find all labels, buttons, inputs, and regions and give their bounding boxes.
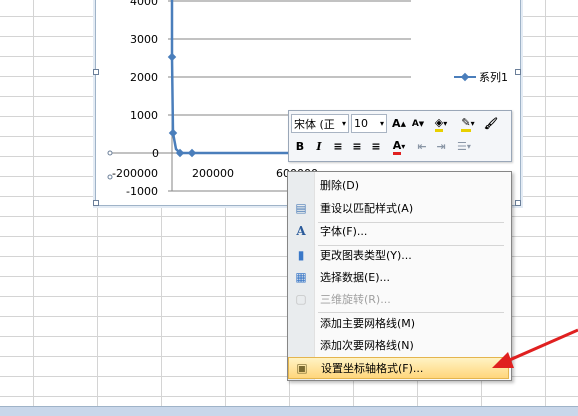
format-painter-button[interactable]: 🖌 xyxy=(482,114,500,133)
menu-item-select-data[interactable]: ▦ 选择数据(E)... xyxy=(288,266,509,288)
shrink-font-button[interactable]: A ▼ xyxy=(409,114,427,133)
bold-icon: B xyxy=(295,140,305,153)
resize-handle[interactable] xyxy=(93,200,99,206)
menu-item-add-major-gridlines[interactable]: 添加主要网格线(M) xyxy=(288,312,509,334)
increase-indent-button[interactable]: ⇥ xyxy=(432,137,450,156)
pencil-icon: ✎ xyxy=(461,116,471,132)
menu-item-add-minor-gridlines[interactable]: 添加次要网格线(N) xyxy=(288,334,509,356)
menu-item-label: 重设以匹配样式(A) xyxy=(320,202,414,215)
y-tick-label: 0 xyxy=(152,147,159,160)
italic-button[interactable]: I xyxy=(310,137,328,156)
menu-item-label: 设置坐标轴格式(F)... xyxy=(321,362,424,375)
legend-marker-icon xyxy=(454,71,476,83)
font-size-value: 10 xyxy=(354,117,368,130)
y-tick-label: 2000 xyxy=(130,71,158,84)
align-right-icon: ≡ xyxy=(371,140,381,153)
font-size-select[interactable]: 10 ▾ xyxy=(351,114,387,133)
chevron-down-icon: ▾ xyxy=(379,119,384,128)
chart-type-icon: ▮ xyxy=(297,248,305,262)
align-left-icon: ≡ xyxy=(333,140,343,153)
font-color-button[interactable]: A ▾ xyxy=(386,137,412,156)
format-axis-icon: ▣ xyxy=(296,361,308,375)
y-tick-label: 1000 xyxy=(130,109,158,122)
menu-item-label: 更改图表类型(Y)... xyxy=(320,249,412,262)
font-name-value: 宋体 (正 xyxy=(294,117,335,131)
resize-handle[interactable] xyxy=(515,200,521,206)
select-data-icon: ▦ xyxy=(295,270,307,284)
font-icon: A xyxy=(296,224,306,238)
y-tick-label: 3000 xyxy=(130,33,158,46)
line-color-button[interactable]: ✎ ▾ xyxy=(455,114,481,133)
grow-font-icon: A xyxy=(392,117,401,130)
fill-bucket-icon: ◈ xyxy=(434,116,444,132)
align-menu-button[interactable]: ☰ ▾ xyxy=(451,137,477,156)
x-tick-label: 200000 xyxy=(192,167,234,180)
menu-item-3d-rotation[interactable]: ▢ 三维旋转(R)... xyxy=(288,288,509,310)
chevron-down-icon: ▾ xyxy=(341,119,346,128)
menu-item-label: 添加次要网格线(N) xyxy=(320,339,414,352)
fill-color-button[interactable]: ◈ ▾ xyxy=(428,114,454,133)
align-right-button[interactable]: ≡ xyxy=(367,137,385,156)
grow-font-button[interactable]: A ▲ xyxy=(390,114,408,133)
menu-item-change-chart-type[interactable]: ▮ 更改图表类型(Y)... xyxy=(288,244,509,266)
italic-icon: I xyxy=(316,140,322,153)
font-name-select[interactable]: 宋体 (正 ▾ xyxy=(291,114,349,133)
rotate-3d-icon: ▢ xyxy=(295,292,307,306)
align-justify-icon: ☰ xyxy=(457,140,467,153)
increase-indent-icon: ⇥ xyxy=(436,140,446,153)
menu-item-label: 删除(D) xyxy=(320,179,360,192)
align-center-icon: ≡ xyxy=(352,140,362,153)
menu-item-format-axis[interactable]: ▣ 设置坐标轴格式(F)... xyxy=(288,357,509,379)
y-tick-label: 4000 xyxy=(130,0,158,8)
legend-label: 系列1 xyxy=(479,71,508,84)
resize-handle[interactable] xyxy=(515,69,521,75)
x-tick-label: -200000 xyxy=(112,167,158,180)
reset-style-icon: ▤ xyxy=(295,201,307,215)
brush-icon: 🖌 xyxy=(484,117,498,130)
font-color-icon: A xyxy=(392,139,402,155)
context-menu: 删除(D) ▤ 重设以匹配样式(A) A 字体(F)... ▮ 更改图表类型(Y… xyxy=(287,171,512,381)
menu-item-delete[interactable]: 删除(D) xyxy=(288,174,509,196)
decrease-indent-icon: ⇤ xyxy=(417,140,427,153)
align-center-button[interactable]: ≡ xyxy=(348,137,366,156)
chart-legend[interactable]: 系列1 xyxy=(454,69,508,85)
menu-item-label: 添加主要网格线(M) xyxy=(320,317,416,330)
align-left-button[interactable]: ≡ xyxy=(329,137,347,156)
menu-item-font[interactable]: A 字体(F)... xyxy=(288,220,509,242)
y-tick-label: -1000 xyxy=(126,185,158,198)
bold-button[interactable]: B xyxy=(291,137,309,156)
menu-item-label: 字体(F)... xyxy=(320,225,368,238)
shrink-font-icon: A xyxy=(411,118,419,129)
resize-handle[interactable] xyxy=(93,69,99,75)
decrease-indent-button[interactable]: ⇤ xyxy=(413,137,431,156)
menu-item-label: 三维旋转(R)... xyxy=(320,293,391,306)
mini-toolbar: 宋体 (正 ▾ 10 ▾ A ▲ A ▼ ◈ ▾ ✎ ▾ 🖌 B I ≡ ≡ ≡ A ▾ xyxy=(288,110,512,162)
menu-item-label: 选择数据(E)... xyxy=(320,271,391,284)
menu-item-reset-style[interactable]: ▤ 重设以匹配样式(A) xyxy=(288,197,509,219)
